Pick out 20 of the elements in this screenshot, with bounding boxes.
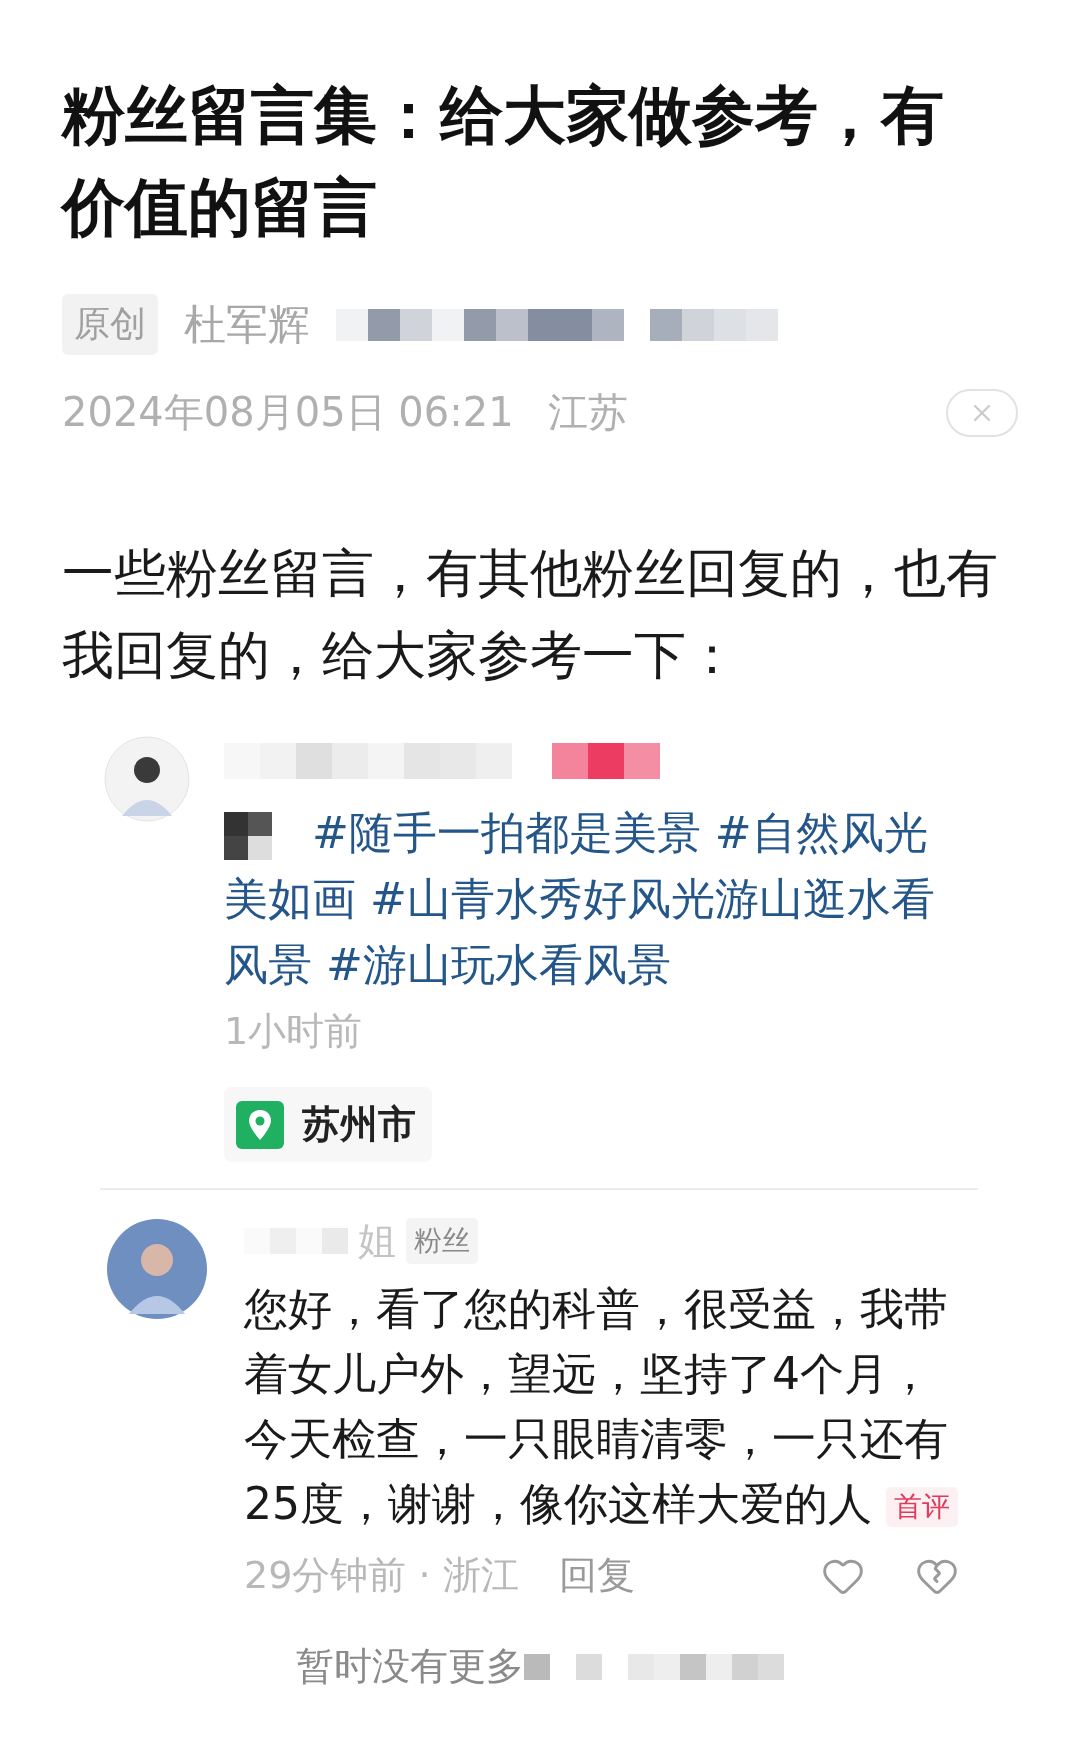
original-badge: 原创 — [62, 294, 158, 355]
no-more-text: 暂时没有更多 — [296, 1643, 524, 1690]
reply-link[interactable]: 回复 — [558, 1550, 635, 1601]
location-pin-icon — [236, 1100, 284, 1149]
intro-paragraph: 一些粉丝留言，有其他粉丝回复的，也有我回复的，给大家参考一下： — [62, 542, 999, 687]
comment-time: 1小时前 — [224, 1008, 364, 1055]
post-text: #随手一拍都是美景 #自然风光美如画 #山青水秀好风光游山逛水看风景 #游山玩水看风景 — [224, 806, 936, 992]
commenter-name: 姐 — [358, 1217, 396, 1265]
comment-text: 您好，看了您的科普，很受益，我带着女儿户外，望远，坚持了4个月，今天检查，一只眼睛清零，一只还有25度，谢谢，像你这样大爱的人 首评 — [244, 1276, 969, 1536]
close-button[interactable] — [946, 388, 1018, 437]
publish-region: 江苏 — [547, 388, 628, 437]
redacted-mosaic — [224, 812, 272, 860]
publish-date: 2024年08月05日 06:21 — [62, 388, 514, 437]
article-title: 粉丝留言集：给大家做参考，有价值的留言 — [62, 78, 945, 246]
first-comment-tag: 首评 — [886, 1487, 958, 1527]
author-name[interactable]: 杜军辉 — [184, 296, 310, 353]
comment-time: 29分钟前 · 浙江 — [244, 1552, 519, 1599]
user-avatar[interactable] — [104, 736, 190, 822]
location-chip[interactable]: 苏州市 — [224, 1087, 432, 1162]
fan-tag: 粉丝 — [406, 1218, 478, 1264]
